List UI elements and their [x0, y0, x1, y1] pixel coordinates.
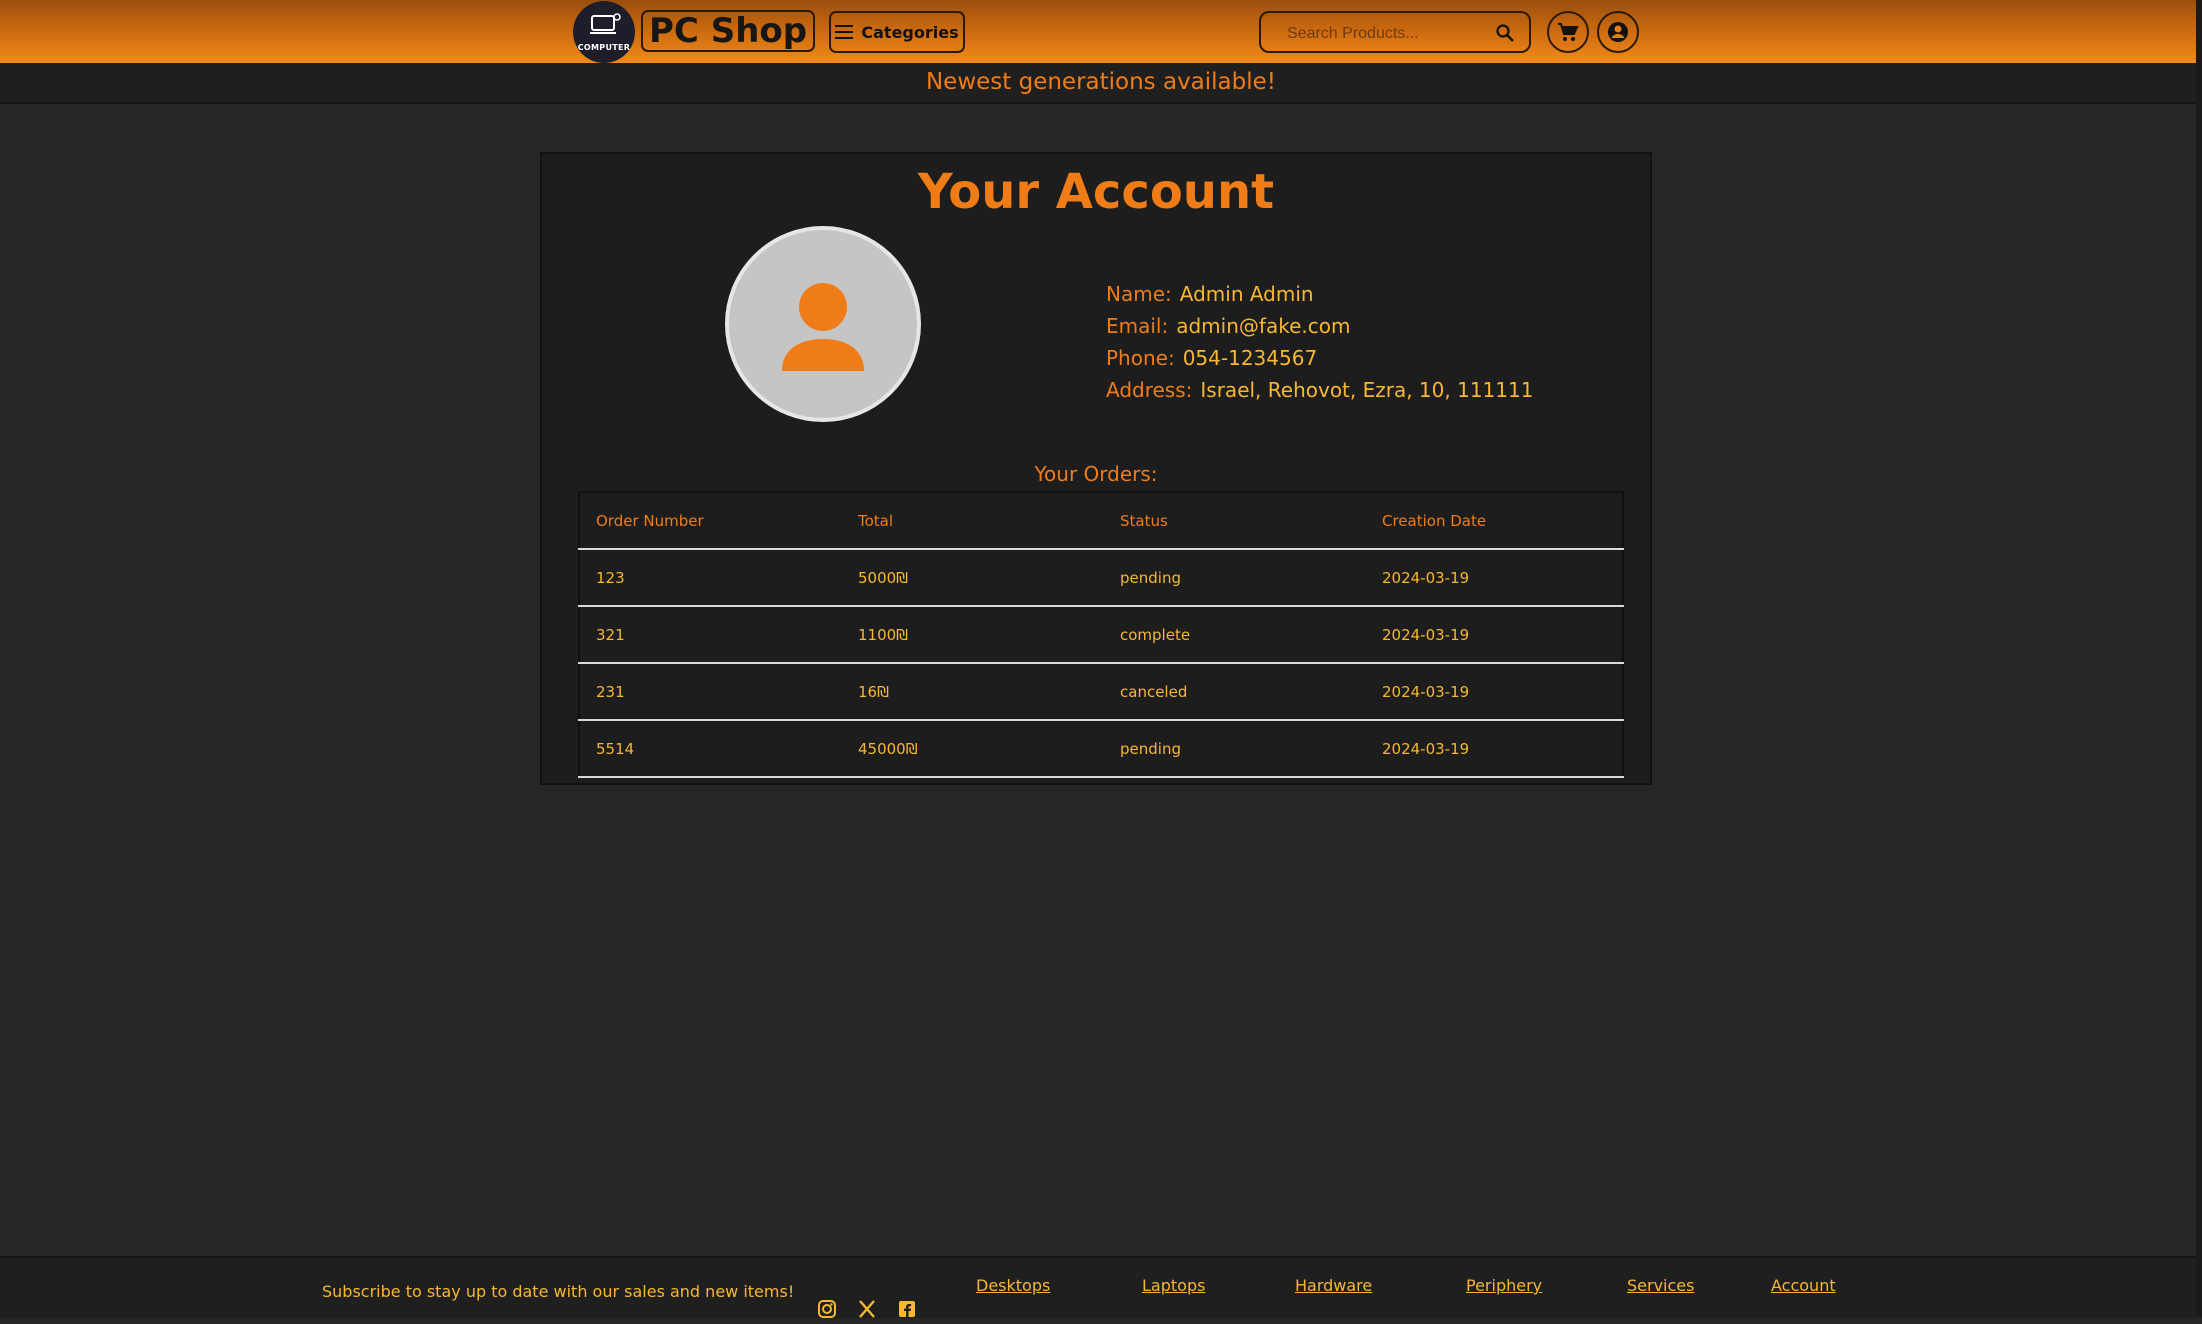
order-number: 231 — [579, 663, 842, 721]
info-label: Address: — [1106, 378, 1193, 402]
order-date: 2024-03-19 — [1366, 606, 1623, 664]
brand-title[interactable]: PC Shop — [641, 10, 816, 52]
site-logo[interactable]: COMPUTER — [573, 1, 635, 63]
footer-link-hardware[interactable]: Hardware — [1295, 1276, 1372, 1295]
order-number: 123 — [579, 549, 842, 607]
order-status: canceled — [1104, 663, 1366, 721]
order-status: complete — [1104, 606, 1366, 664]
orders-table: Order Number Total Status Creation Date … — [578, 491, 1624, 778]
order-date: 2024-03-19 — [1366, 720, 1623, 778]
search-box — [1259, 11, 1531, 53]
footer-link-account[interactable]: Account — [1771, 1276, 1836, 1295]
order-date: 2024-03-19 — [1366, 663, 1623, 721]
cart-button[interactable] — [1547, 11, 1589, 53]
account-info: Name: Admin Admin Email: admin@fake.com Ph… — [1106, 278, 1533, 406]
account-card: Your Account Name: Admin Admin Email: admi… — [540, 152, 1652, 785]
column-header: Creation Date — [1366, 492, 1623, 550]
info-value: admin@fake.com — [1176, 314, 1351, 338]
user-icon — [782, 283, 864, 371]
info-row-email: Email: admin@fake.com — [1106, 310, 1533, 342]
orders-heading: Your Orders: — [1034, 462, 1158, 486]
order-number: 321 — [579, 606, 842, 664]
footer-link-periphery[interactable]: Periphery — [1466, 1276, 1542, 1295]
table-row[interactable]: 231 16₪ canceled 2024-03-19 — [579, 663, 1623, 721]
footer-link-desktops[interactable]: Desktops — [976, 1276, 1050, 1295]
info-row-phone: Phone: 054-1234567 — [1106, 342, 1533, 374]
footer-link-services[interactable]: Services — [1627, 1276, 1694, 1295]
account-button[interactable] — [1597, 11, 1639, 53]
page-scrollbar[interactable] — [2196, 0, 2202, 1316]
order-total: 5000₪ — [842, 549, 1104, 607]
categories-button[interactable]: Categories — [829, 11, 965, 53]
order-number: 5514 — [579, 720, 842, 778]
footer: Subscribe to stay up to date with our sa… — [0, 1256, 2202, 1318]
page-title: Your Account — [917, 164, 1275, 220]
categories-label: Categories — [861, 22, 959, 42]
order-total: 16₪ — [842, 663, 1104, 721]
info-row-name: Name: Admin Admin — [1106, 278, 1533, 310]
facebook-icon[interactable] — [896, 1298, 918, 1320]
table-row[interactable]: 321 1100₪ complete 2024-03-19 — [579, 606, 1623, 664]
x-icon[interactable] — [856, 1298, 878, 1320]
order-status: pending — [1104, 720, 1366, 778]
order-total: 45000₪ — [842, 720, 1104, 778]
column-header: Status — [1104, 492, 1366, 550]
table-row[interactable]: 123 5000₪ pending 2024-03-19 — [579, 549, 1623, 607]
search-input[interactable] — [1285, 21, 1479, 47]
subscribe-text: Subscribe to stay up to date with our sa… — [322, 1282, 795, 1301]
table-header-row: Order Number Total Status Creation Date — [579, 492, 1623, 550]
table-row[interactable]: 5514 45000₪ pending 2024-03-19 — [579, 720, 1623, 778]
cart-icon — [1558, 23, 1579, 41]
info-label: Email: — [1106, 314, 1169, 338]
account-circle-icon — [1608, 22, 1628, 42]
order-total: 1100₪ — [842, 606, 1104, 664]
footer-link-laptops[interactable]: Laptops — [1142, 1276, 1205, 1295]
computer-logo-icon — [590, 13, 621, 34]
info-label: Phone: — [1106, 346, 1175, 370]
avatar — [725, 226, 921, 422]
info-label: Name: — [1106, 282, 1172, 306]
column-header: Total — [842, 492, 1104, 550]
search-icon[interactable] — [1495, 23, 1515, 43]
order-date: 2024-03-19 — [1366, 549, 1623, 607]
info-row-address: Address: Israel, Rehovot, Ezra, 10, 11111… — [1106, 374, 1533, 406]
column-header: Order Number — [579, 492, 842, 550]
order-status: pending — [1104, 549, 1366, 607]
top-navbar: COMPUTER PC Shop Categories — [0, 0, 2202, 63]
promo-banner: Newest generations available! — [0, 63, 2202, 104]
menu-icon — [835, 25, 854, 39]
info-value: Admin Admin — [1179, 282, 1314, 306]
instagram-icon[interactable] — [816, 1298, 838, 1320]
social-links — [816, 1298, 918, 1320]
info-value: 054-1234567 — [1182, 346, 1318, 370]
info-value: Israel, Rehovot, Ezra, 10, 111111 — [1200, 378, 1534, 402]
logo-text: COMPUTER — [577, 43, 631, 52]
